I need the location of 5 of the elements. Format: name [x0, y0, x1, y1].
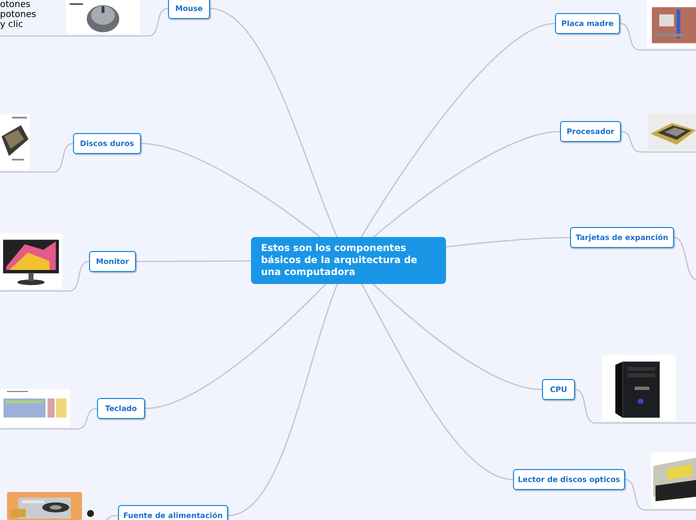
globe-icon[interactable]: [86, 509, 95, 518]
connector-line: [674, 236, 696, 280]
note-text: otones potones y clic: [0, 0, 36, 30]
connector-line: [624, 478, 696, 511]
central-topic[interactable]: Estos son los componentes básicos de la arquitectura de una computadora: [251, 237, 446, 284]
